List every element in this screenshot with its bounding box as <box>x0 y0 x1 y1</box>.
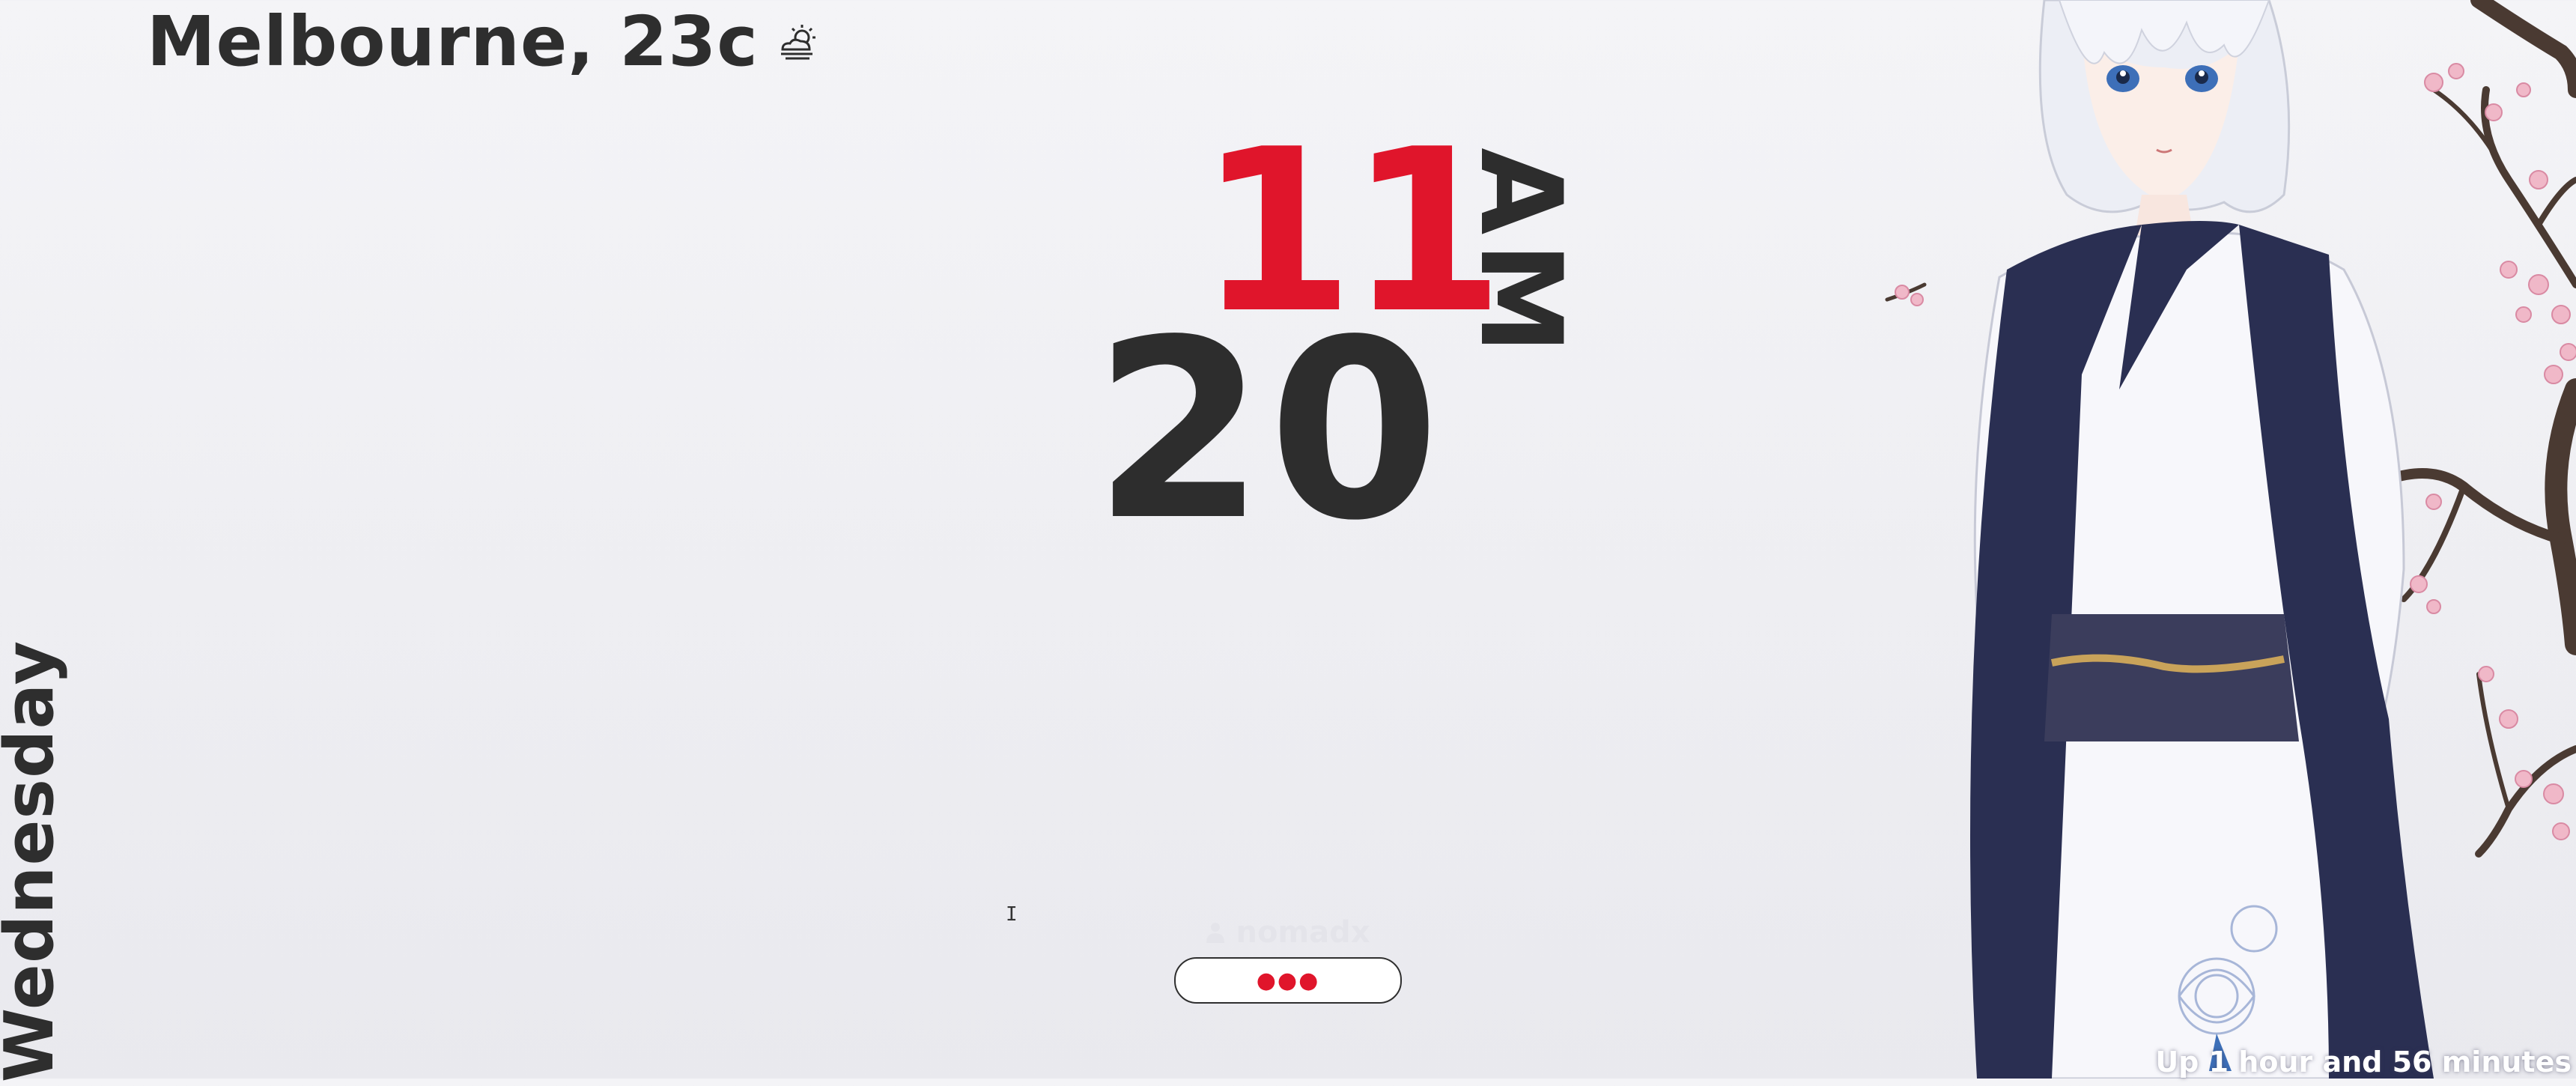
login-form: nomadx ●●● <box>1174 914 1402 1004</box>
password-mask: ●●● <box>1256 967 1320 994</box>
day-of-week: Wednesday <box>0 640 69 1083</box>
anime-character-illustration: Up 1 hour and 56 minutes <box>1865 0 2576 1080</box>
username-label: nomadx <box>1236 915 1370 950</box>
kimono-sash <box>2044 614 2299 741</box>
username-row[interactable]: nomadx <box>1174 914 1402 951</box>
password-input[interactable]: ●●● <box>1174 957 1402 1004</box>
clock-period-label: AM <box>1455 148 1585 362</box>
clock-period: AM <box>1455 148 1585 361</box>
uptime-text: Up 1 hour and 56 minutes <box>2155 1046 2572 1079</box>
clock-minute: 20 <box>1093 287 1444 574</box>
character-artwork <box>1885 0 2576 1080</box>
text-cursor-icon: I <box>1006 903 1018 926</box>
user-icon <box>1206 923 1225 943</box>
